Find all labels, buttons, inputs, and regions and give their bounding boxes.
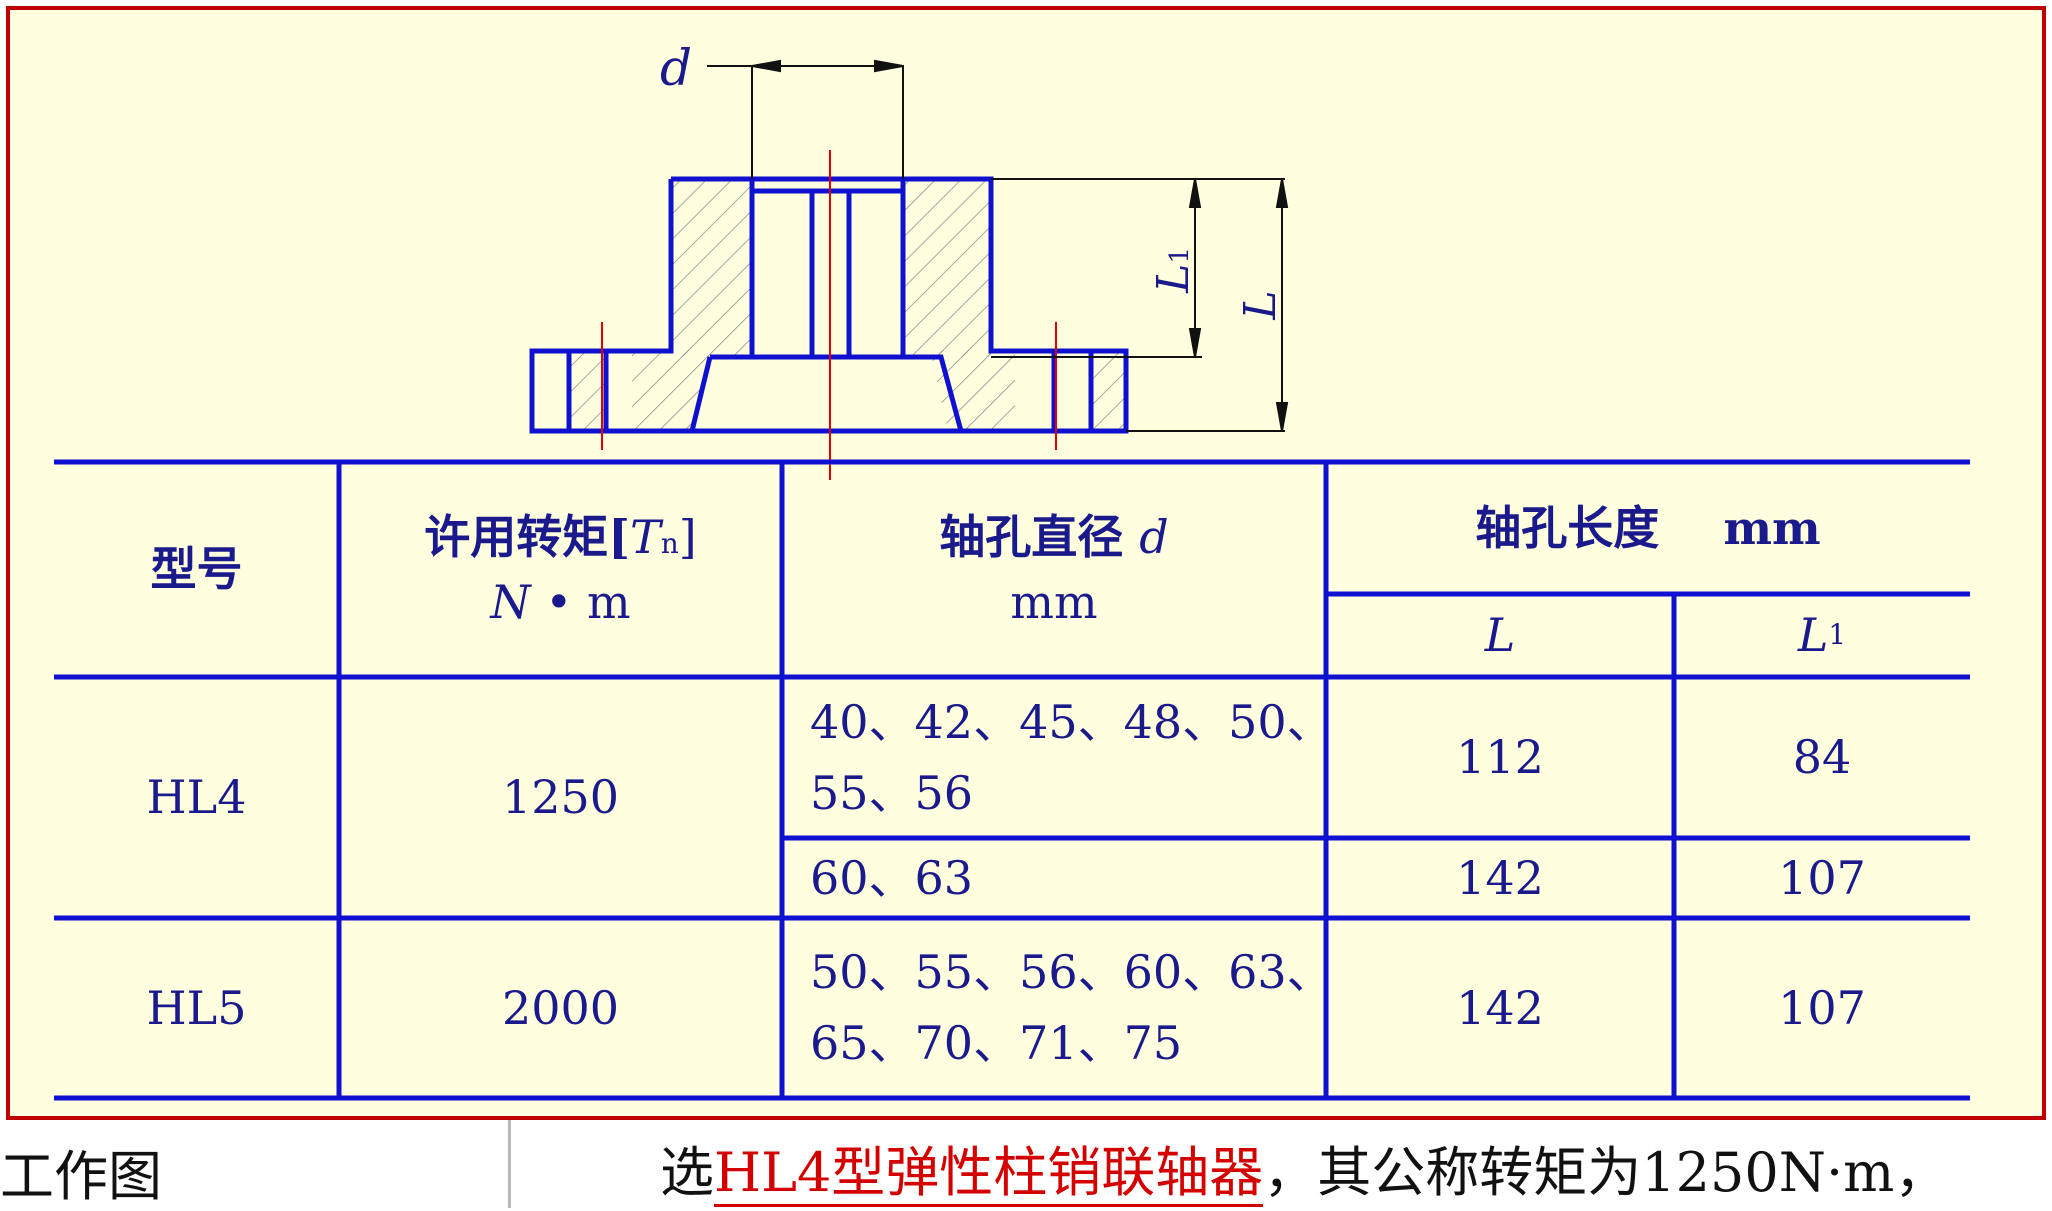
highlight-model: HL4型弹性柱销联轴器 <box>714 1141 1264 1207</box>
dim-label-L1: L1 <box>1148 247 1199 294</box>
row-hl4-L-a: 112 <box>1456 730 1544 785</box>
dim-label-L: L <box>1235 290 1286 320</box>
row-hl4-L-b: 142 <box>1456 850 1544 905</box>
row-hl5-bores: 50、55、56、60、63、 65、70、71、75 <box>810 945 1333 1070</box>
header-length: 轴孔长度 mm <box>1475 500 1821 555</box>
row-hl5-L: 142 <box>1456 980 1544 1035</box>
row-hl4-L1-a: 84 <box>1792 730 1852 785</box>
row-hl5-torque: 2000 <box>501 980 620 1035</box>
row-hl4-torque: 1250 <box>501 770 620 825</box>
header-torque: 许用转矩[Tn] N • m <box>424 509 697 629</box>
working-drawing-label: 工作图 <box>0 1145 162 1208</box>
row-hl4-bores-a: 40、42、45、48、50、 55、56 <box>810 694 1333 820</box>
row-hl5-model: HL5 <box>146 980 247 1035</box>
dim-label-d: d <box>660 39 692 97</box>
row-hl4-L1-b: 107 <box>1778 850 1866 905</box>
header-model: 型号 <box>150 542 243 597</box>
selection-sentence: 选HL4型弹性柱销联轴器，其公称转矩为1250N·m， <box>660 1128 1948 1207</box>
content-panel: d L1 L 型号 许用转矩[Tn] N • m 轴孔直径 d mm 轴孔长度 … <box>6 6 2046 1120</box>
row-hl5-L1: 107 <box>1778 980 1866 1035</box>
row-hl4-model: HL4 <box>146 770 247 825</box>
header-length-L: L <box>1484 608 1516 663</box>
header-bore: 轴孔直径 d mm <box>939 509 1169 629</box>
strip-divider <box>508 1120 511 1208</box>
header-length-L1: L1 <box>1797 608 1847 663</box>
row-hl4-bores-b: 60、63 <box>810 850 974 905</box>
bottom-strip: 工作图 选HL4型弹性柱销联轴器，其公称转矩为1250N·m， <box>0 1120 2052 1208</box>
dim-label-L1-sub: 1 <box>1165 247 1195 264</box>
